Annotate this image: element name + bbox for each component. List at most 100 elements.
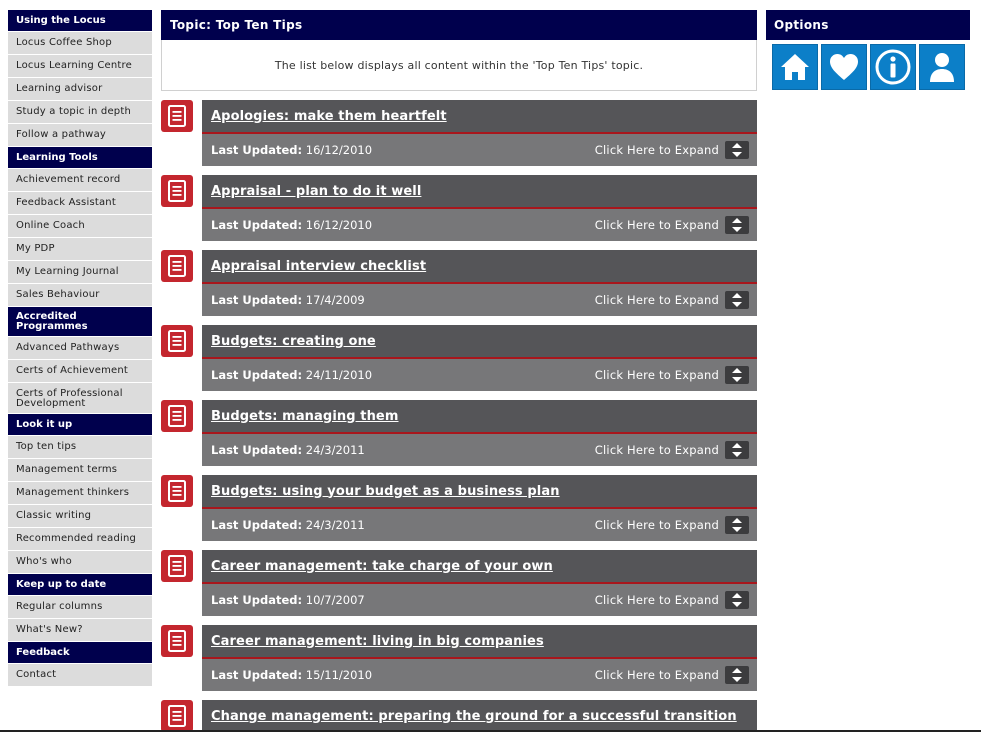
entry-box: Budgets: managing them Last Updated: 24/3…: [202, 400, 757, 466]
document-icon[interactable]: [161, 325, 193, 357]
last-updated-label: Last Updated:: [211, 368, 303, 382]
entry-title-link[interactable]: Change management: preparing the ground …: [211, 709, 737, 724]
entry-title-bar: Budgets: using your budget as a business…: [202, 475, 757, 509]
expand-label[interactable]: Click Here to Expand: [595, 443, 719, 457]
entry-box: Budgets: using your budget as a business…: [202, 475, 757, 541]
expand-control[interactable]: Click Here to Expand: [595, 666, 749, 684]
document-icon[interactable]: [161, 250, 193, 282]
nav-item-achievement-record[interactable]: Achievement record: [8, 169, 152, 191]
entry-title-link[interactable]: Budgets: managing them: [211, 409, 399, 424]
nav-item-sales-behaviour[interactable]: Sales Behaviour: [8, 284, 152, 306]
last-updated-date: 24/11/2010: [305, 368, 373, 382]
nav-item-whats-new[interactable]: What's New?: [8, 619, 152, 641]
nav-item-contact[interactable]: Contact: [8, 664, 152, 686]
entry-title-link[interactable]: Budgets: creating one: [211, 334, 376, 349]
document-icon[interactable]: [161, 700, 193, 732]
nav-item-management-thinkers[interactable]: Management thinkers: [8, 482, 152, 504]
nav-item-study-a-topic[interactable]: Study a topic in depth: [8, 101, 152, 123]
nav-group-look-it-up: Look it up Top ten tips Management terms…: [8, 414, 152, 573]
nav-group-keep-up-to-date: Keep up to date Regular columns What's N…: [8, 574, 152, 641]
nav-item-feedback-assistant[interactable]: Feedback Assistant: [8, 192, 152, 214]
info-icon: [875, 49, 911, 85]
last-updated-label: Last Updated:: [211, 593, 303, 607]
entry-title-link[interactable]: Apologies: make them heartfelt: [211, 109, 447, 124]
document-icon[interactable]: [161, 100, 193, 132]
last-updated-date: 24/3/2011: [305, 443, 365, 457]
expand-control[interactable]: Click Here to Expand: [595, 516, 749, 534]
entry-title-bar: Budgets: creating one: [202, 325, 757, 359]
nav-item-learning-advisor[interactable]: Learning advisor: [8, 78, 152, 100]
nav-item-my-learning-journal[interactable]: My Learning Journal: [8, 261, 152, 283]
expand-label[interactable]: Click Here to Expand: [595, 293, 719, 307]
expand-button[interactable]: [725, 366, 749, 384]
expand-label[interactable]: Click Here to Expand: [595, 143, 719, 157]
entry-title-bar: Career management: living in big compani…: [202, 625, 757, 659]
expand-button[interactable]: [725, 591, 749, 609]
expand-control[interactable]: Click Here to Expand: [595, 141, 749, 159]
expand-label[interactable]: Click Here to Expand: [595, 518, 719, 532]
profile-button[interactable]: [919, 44, 965, 90]
options-panel: Options: [766, 10, 970, 90]
home-button[interactable]: [772, 44, 818, 90]
nav-item-management-terms[interactable]: Management terms: [8, 459, 152, 481]
expand-control[interactable]: Click Here to Expand: [595, 441, 749, 459]
nav-item-classic-writing[interactable]: Classic writing: [8, 505, 152, 527]
entry-title-link[interactable]: Budgets: using your budget as a business…: [211, 484, 560, 499]
document-icon[interactable]: [161, 400, 193, 432]
nav-item-whos-who[interactable]: Who's who: [8, 551, 152, 573]
nav-item-regular-columns[interactable]: Regular columns: [8, 596, 152, 618]
entry-title-link[interactable]: Appraisal interview checklist: [211, 259, 426, 274]
expand-control[interactable]: Click Here to Expand: [595, 591, 749, 609]
up-down-arrows-icon: [732, 218, 742, 232]
heart-icon: [830, 54, 858, 80]
expand-button[interactable]: [725, 216, 749, 234]
favourites-button[interactable]: [821, 44, 867, 90]
entry-title-bar: Career management: take charge of your o…: [202, 550, 757, 584]
expand-control[interactable]: Click Here to Expand: [595, 366, 749, 384]
nav-heading: Using the Locus: [8, 10, 152, 31]
expand-label[interactable]: Click Here to Expand: [595, 218, 719, 232]
document-icon[interactable]: [161, 175, 193, 207]
options-icon-row: [766, 44, 970, 90]
nav-item-locus-coffee-shop[interactable]: Locus Coffee Shop: [8, 32, 152, 54]
content-entry: Appraisal interview checklist Last Update…: [161, 250, 757, 316]
expand-button[interactable]: [725, 666, 749, 684]
entry-title-bar: Change management: preparing the ground …: [202, 700, 757, 732]
entry-box: Career management: take charge of your o…: [202, 550, 757, 616]
entry-title-link[interactable]: Appraisal - plan to do it well: [211, 184, 421, 199]
document-icon[interactable]: [161, 625, 193, 657]
expand-control[interactable]: Click Here to Expand: [595, 291, 749, 309]
expand-label[interactable]: Click Here to Expand: [595, 668, 719, 682]
info-button[interactable]: [870, 44, 916, 90]
entry-title-link[interactable]: Career management: living in big compani…: [211, 634, 544, 649]
expand-button[interactable]: [725, 516, 749, 534]
nav-group-accredited-programmes: Accredited Programmes Advanced Pathways …: [8, 307, 152, 413]
nav-item-follow-a-pathway[interactable]: Follow a pathway: [8, 124, 152, 146]
document-icon[interactable]: [161, 550, 193, 582]
document-icon[interactable]: [161, 475, 193, 507]
nav-item-online-coach[interactable]: Online Coach: [8, 215, 152, 237]
nav-item-recommended-reading[interactable]: Recommended reading: [8, 528, 152, 550]
content-entry: Appraisal - plan to do it well Last Updat…: [161, 175, 757, 241]
nav-item-my-pdp[interactable]: My PDP: [8, 238, 152, 260]
nav-group-learning-tools: Learning Tools Achievement record Feedba…: [8, 147, 152, 306]
expand-button[interactable]: [725, 141, 749, 159]
nav-item-certs-of-achievement[interactable]: Certs of Achievement: [8, 360, 152, 382]
last-updated-date: 15/11/2010: [305, 668, 373, 682]
expand-button[interactable]: [725, 291, 749, 309]
entry-title-link[interactable]: Career management: take charge of your o…: [211, 559, 553, 574]
nav-item-locus-learning-centre[interactable]: Locus Learning Centre: [8, 55, 152, 77]
main-content: Topic: Top Ten Tips The list below displ…: [161, 10, 757, 732]
expand-label[interactable]: Click Here to Expand: [595, 368, 719, 382]
entry-meta-bar: Last Updated: 16/12/2010 Click Here to Ex…: [202, 134, 757, 166]
expand-control[interactable]: Click Here to Expand: [595, 216, 749, 234]
options-heading: Options: [766, 10, 970, 40]
nav-item-top-ten-tips[interactable]: Top ten tips: [8, 436, 152, 458]
entry-box: Appraisal - plan to do it well Last Updat…: [202, 175, 757, 241]
up-down-arrows-icon: [732, 668, 742, 682]
expand-button[interactable]: [725, 441, 749, 459]
nav-item-advanced-pathways[interactable]: Advanced Pathways: [8, 337, 152, 359]
expand-label[interactable]: Click Here to Expand: [595, 593, 719, 607]
nav-item-certs-of-professional-development[interactable]: Certs of Professional Development: [8, 383, 152, 413]
entry-title-bar: Apologies: make them heartfelt: [202, 100, 757, 134]
